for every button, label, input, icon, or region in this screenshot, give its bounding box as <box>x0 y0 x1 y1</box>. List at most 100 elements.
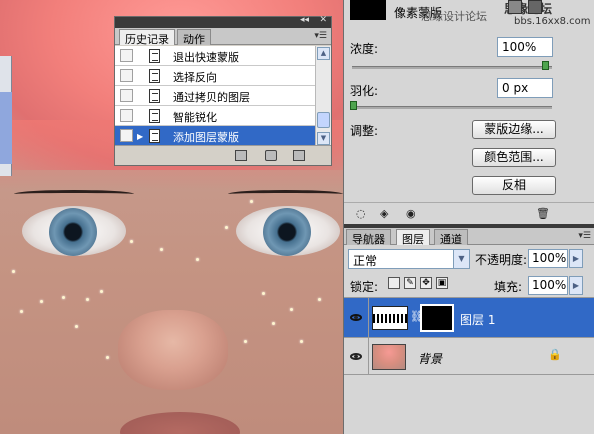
chevron-down-icon[interactable]: ▼ <box>453 250 469 268</box>
sparkle <box>62 296 65 299</box>
masks-footer: ◌ ◈ ◉ 🗑 <box>344 202 594 222</box>
visibility-eye-icon[interactable]: ◉ <box>406 207 416 220</box>
lock-transparency-icon[interactable] <box>388 277 400 289</box>
density-input[interactable]: 100% <box>497 37 553 57</box>
opacity-label: 不透明度: <box>475 253 528 267</box>
scroll-thumb[interactable] <box>317 112 330 128</box>
tab-channels[interactable]: 通道 <box>434 229 468 246</box>
tab-history[interactable]: 历史记录 <box>119 29 175 46</box>
trash-icon[interactable]: 🗑 <box>536 207 550 220</box>
lips <box>120 412 240 434</box>
blend-mode-value: 正常 <box>353 254 378 268</box>
new-document-from-state-icon[interactable] <box>235 150 247 161</box>
history-item-label: 智能锐化 <box>173 111 217 124</box>
left-eye <box>22 206 126 256</box>
tab-layers[interactable]: 图层 <box>396 229 430 246</box>
right-eye <box>236 206 340 256</box>
sparkle <box>160 248 163 251</box>
scroll-down-icon[interactable]: ▼ <box>317 132 330 145</box>
layers-tabs: 导航器 图层 通道 ▾☰ <box>344 228 594 246</box>
fill-input[interactable]: 100% <box>528 276 568 295</box>
layer-visibility-toggle[interactable] <box>348 298 364 337</box>
panel-menu-icon[interactable]: ▾☰ <box>578 231 591 241</box>
left-eyelashes <box>14 190 134 198</box>
feather-slider-thumb[interactable] <box>350 101 357 110</box>
sparkle <box>100 290 103 293</box>
history-item[interactable]: 通过拷贝的图层 <box>115 86 315 106</box>
right-iris <box>263 208 311 256</box>
sparkle <box>75 325 78 328</box>
history-scrollbar[interactable]: ▲ ▼ <box>315 46 331 148</box>
history-item-label: 退出快速蒙版 <box>173 51 239 64</box>
history-state-icon <box>149 69 160 83</box>
feather-input[interactable]: 0 px <box>497 78 553 98</box>
tab-navigator[interactable]: 导航器 <box>346 229 391 246</box>
lock-position-icon[interactable]: ✥ <box>420 277 432 289</box>
blend-mode-select[interactable]: 正常 ▼ <box>348 249 470 269</box>
layer-separator <box>368 298 369 337</box>
load-selection-icon[interactable]: ◌ <box>356 207 366 220</box>
layer-thumbnail[interactable] <box>372 306 408 330</box>
eye-icon <box>350 352 362 360</box>
watermark-url: bbs.16xx8.com <box>514 16 591 27</box>
panel-menu-icon[interactable]: ▾☰ <box>314 31 327 41</box>
color-range-button[interactable]: 颜色范围... <box>472 148 556 167</box>
history-state-icon <box>149 109 160 123</box>
scroll-up-icon[interactable]: ▲ <box>317 47 330 60</box>
history-item[interactable]: 退出快速蒙版 <box>115 46 315 66</box>
lock-row: 锁定: ✎ ✥ ▣ 填充: 100% ▶ <box>344 274 594 296</box>
camera-snapshot-icon[interactable] <box>265 150 277 161</box>
snapshot-checkbox[interactable] <box>120 109 133 122</box>
history-item[interactable]: 选择反向 <box>115 66 315 86</box>
history-panel: ◂◂ ✕ 历史记录 动作 ▾☰ 退出快速蒙版 选择反向 通过拷贝的图层 智能锐化 <box>114 15 332 166</box>
snapshot-checkbox[interactable] <box>120 129 133 142</box>
history-footer <box>115 145 331 165</box>
lock-label: 锁定: <box>350 280 379 294</box>
lock-all-icon[interactable]: ▣ <box>436 277 448 289</box>
fill-arrow-icon[interactable]: ▶ <box>569 276 583 295</box>
density-slider[interactable] <box>352 66 552 69</box>
right-eyelashes <box>228 190 343 198</box>
layer-row[interactable]: 背景 🔒 <box>344 337 594 375</box>
history-list: 退出快速蒙版 选择反向 通过拷贝的图层 智能锐化 ▶ 添加图层蒙版 <box>115 46 315 148</box>
history-state-icon <box>149 129 160 143</box>
snapshot-checkbox[interactable] <box>120 69 133 82</box>
sparkle <box>290 308 293 311</box>
sparkle <box>86 298 89 301</box>
sparkle <box>196 258 199 261</box>
history-panel-titlebar[interactable]: ◂◂ ✕ <box>115 15 331 28</box>
layer-mask-thumbnail[interactable] <box>420 304 454 332</box>
apply-mask-icon[interactable]: ◈ <box>380 207 388 220</box>
layer-name[interactable]: 背景 <box>418 350 442 367</box>
invert-button[interactable]: 反相 <box>472 176 556 195</box>
layer-name[interactable]: 图层 1 <box>460 311 495 328</box>
collapse-icon[interactable]: ◂◂ <box>300 15 309 25</box>
tab-actions[interactable]: 动作 <box>177 29 211 46</box>
masks-header: 像素蒙版 思缘设计论坛 思缘论坛 bbs.16xx8.com <box>344 0 594 30</box>
opacity-arrow-icon[interactable]: ▶ <box>569 249 583 268</box>
lock-pixels-icon[interactable]: ✎ <box>404 277 416 289</box>
history-item[interactable]: 智能锐化 <box>115 106 315 126</box>
opacity-input[interactable]: 100% <box>528 249 568 268</box>
snapshot-checkbox[interactable] <box>120 89 133 102</box>
layer-visibility-toggle[interactable] <box>348 338 364 374</box>
density-label: 浓度: <box>350 42 379 56</box>
density-slider-thumb[interactable] <box>542 61 549 70</box>
history-item-label: 通过拷贝的图层 <box>173 91 250 104</box>
layer-row-selected[interactable]: ⛓ 图层 1 <box>344 297 594 337</box>
sparkle <box>244 340 247 343</box>
watermark-text: 思缘设计论坛 <box>421 10 487 23</box>
mask-edge-button[interactable]: 蒙版边缘... <box>472 120 556 139</box>
lock-icon: 🔒 <box>548 348 562 361</box>
layer-separator <box>368 338 369 374</box>
layer-thumbnail[interactable] <box>372 344 406 370</box>
sparkle <box>40 300 43 303</box>
vector-mask-icon[interactable] <box>528 0 542 14</box>
fill-label: 填充: <box>494 280 523 294</box>
snapshot-checkbox[interactable] <box>120 49 133 62</box>
trash-icon[interactable] <box>293 150 305 161</box>
history-item-selected[interactable]: ▶ 添加图层蒙版 <box>115 126 315 146</box>
feather-slider[interactable] <box>352 106 552 109</box>
close-icon[interactable]: ✕ <box>319 15 327 25</box>
pixel-mask-icon[interactable] <box>508 0 522 14</box>
